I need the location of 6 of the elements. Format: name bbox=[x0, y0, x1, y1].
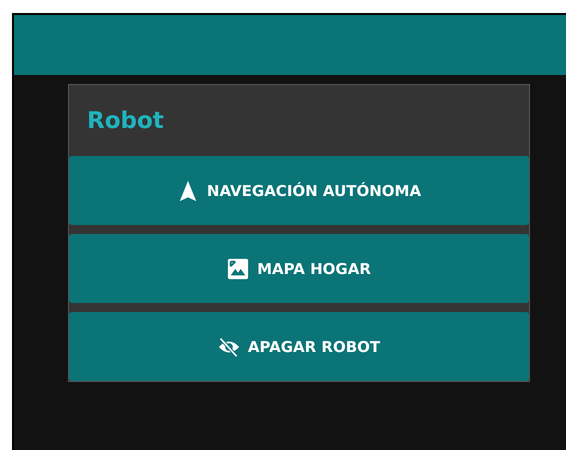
image-icon bbox=[227, 258, 250, 280]
action-button[interactable]: NAVEGACIÓN AUTÓNOMA bbox=[69, 156, 529, 225]
action-button[interactable]: MAPA HOGAR bbox=[69, 234, 529, 303]
eye-slash-icon bbox=[218, 336, 240, 358]
action-button[interactable]: APAGAR ROBOT bbox=[69, 312, 529, 381]
card-title: Robot bbox=[86, 106, 165, 136]
